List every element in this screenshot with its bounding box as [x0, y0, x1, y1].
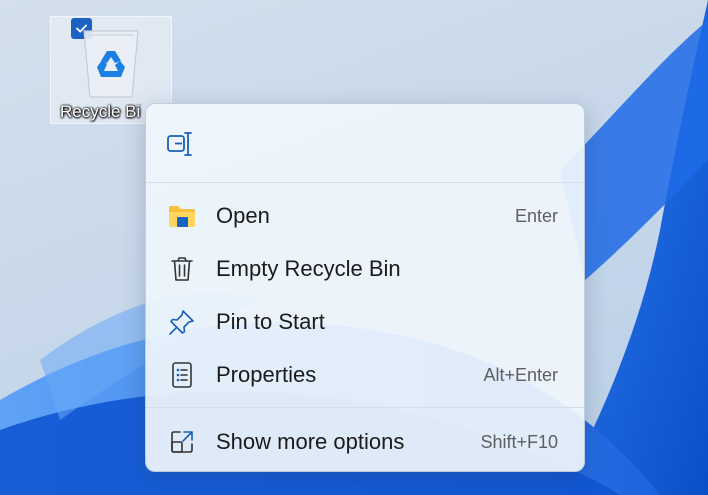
- menu-item-empty-recycle-bin[interactable]: Empty Recycle Bin: [154, 244, 576, 292]
- rename-button[interactable]: [164, 128, 204, 160]
- recycle-bin-label: Recycle Bi: [60, 102, 141, 121]
- menu-separator: [146, 182, 584, 183]
- menu-item-label: Open: [216, 203, 270, 228]
- menu-item-pin-to-start[interactable]: Pin to Start: [154, 297, 576, 345]
- folder-icon: [168, 202, 196, 230]
- menu-item-label: Properties: [216, 362, 317, 387]
- menu-item-show-more-options[interactable]: Show more options Shift+F10: [154, 417, 576, 465]
- menu-item-shortcut: Enter: [514, 206, 558, 226]
- quick-actions-bar: [146, 104, 584, 182]
- menu-item-shortcut: Shift+F10: [480, 432, 558, 452]
- menu-item-open[interactable]: Open Enter: [154, 191, 576, 239]
- menu-item-shortcut: Alt+Enter: [483, 365, 558, 385]
- recycle-bin-icon: [78, 27, 144, 104]
- menu-item-label: Pin to Start: [216, 309, 325, 334]
- show-more-icon: [168, 428, 196, 456]
- menu-item-label: Empty Recycle Bin: [216, 256, 401, 281]
- properties-icon: [168, 361, 196, 389]
- trash-icon: [168, 255, 196, 283]
- pin-icon: [168, 308, 196, 336]
- context-menu: Open Enter Empty Recycle Bin Pin to Star…: [145, 103, 585, 472]
- rename-icon: [164, 132, 204, 164]
- menu-item-properties[interactable]: Properties Alt+Enter: [154, 350, 576, 398]
- menu-separator: [146, 407, 584, 408]
- menu-item-label: Show more options: [216, 429, 405, 454]
